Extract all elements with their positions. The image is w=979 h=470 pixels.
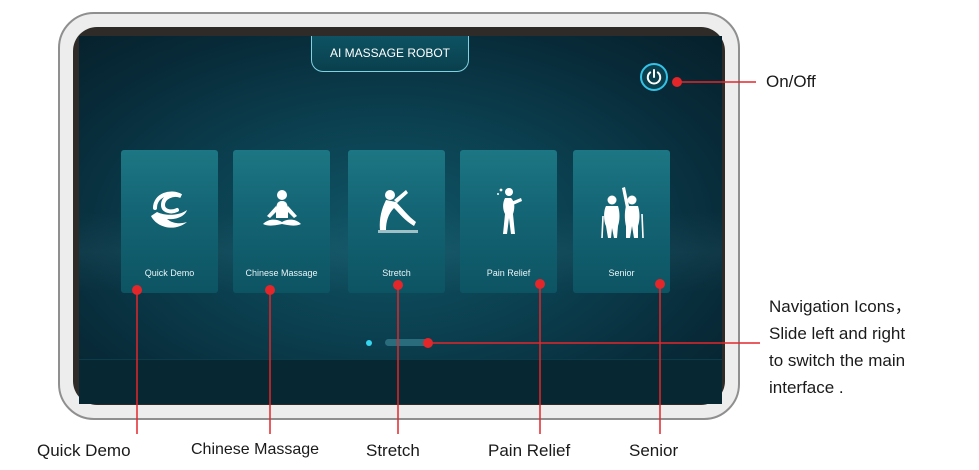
callout-navigation-line: to switch the main [769,351,906,370]
marker-senior [655,279,665,289]
marker-chinese-massage [265,285,275,295]
callout-chinese-massage: Chinese Massage [191,441,320,458]
callout-navigation-line: interface . [769,378,844,397]
marker-quick-demo [132,285,142,295]
callout-pain-relief: Pain Relief [488,441,571,460]
callout-navigation-line: Navigation Icons， [769,297,912,316]
marker-navigation [423,338,433,348]
callout-navigation: Navigation Icons， Slide left and right t… [769,293,912,401]
marker-power [672,77,682,87]
callout-senior: Senior [629,441,679,460]
callout-quick-demo: Quick Demo [37,441,131,460]
marker-stretch [393,280,403,290]
callout-on-off: On/Off [766,72,816,91]
callout-stretch: Stretch [366,441,420,460]
marker-pain-relief [535,279,545,289]
callout-navigation-line: Slide left and right [769,324,906,343]
